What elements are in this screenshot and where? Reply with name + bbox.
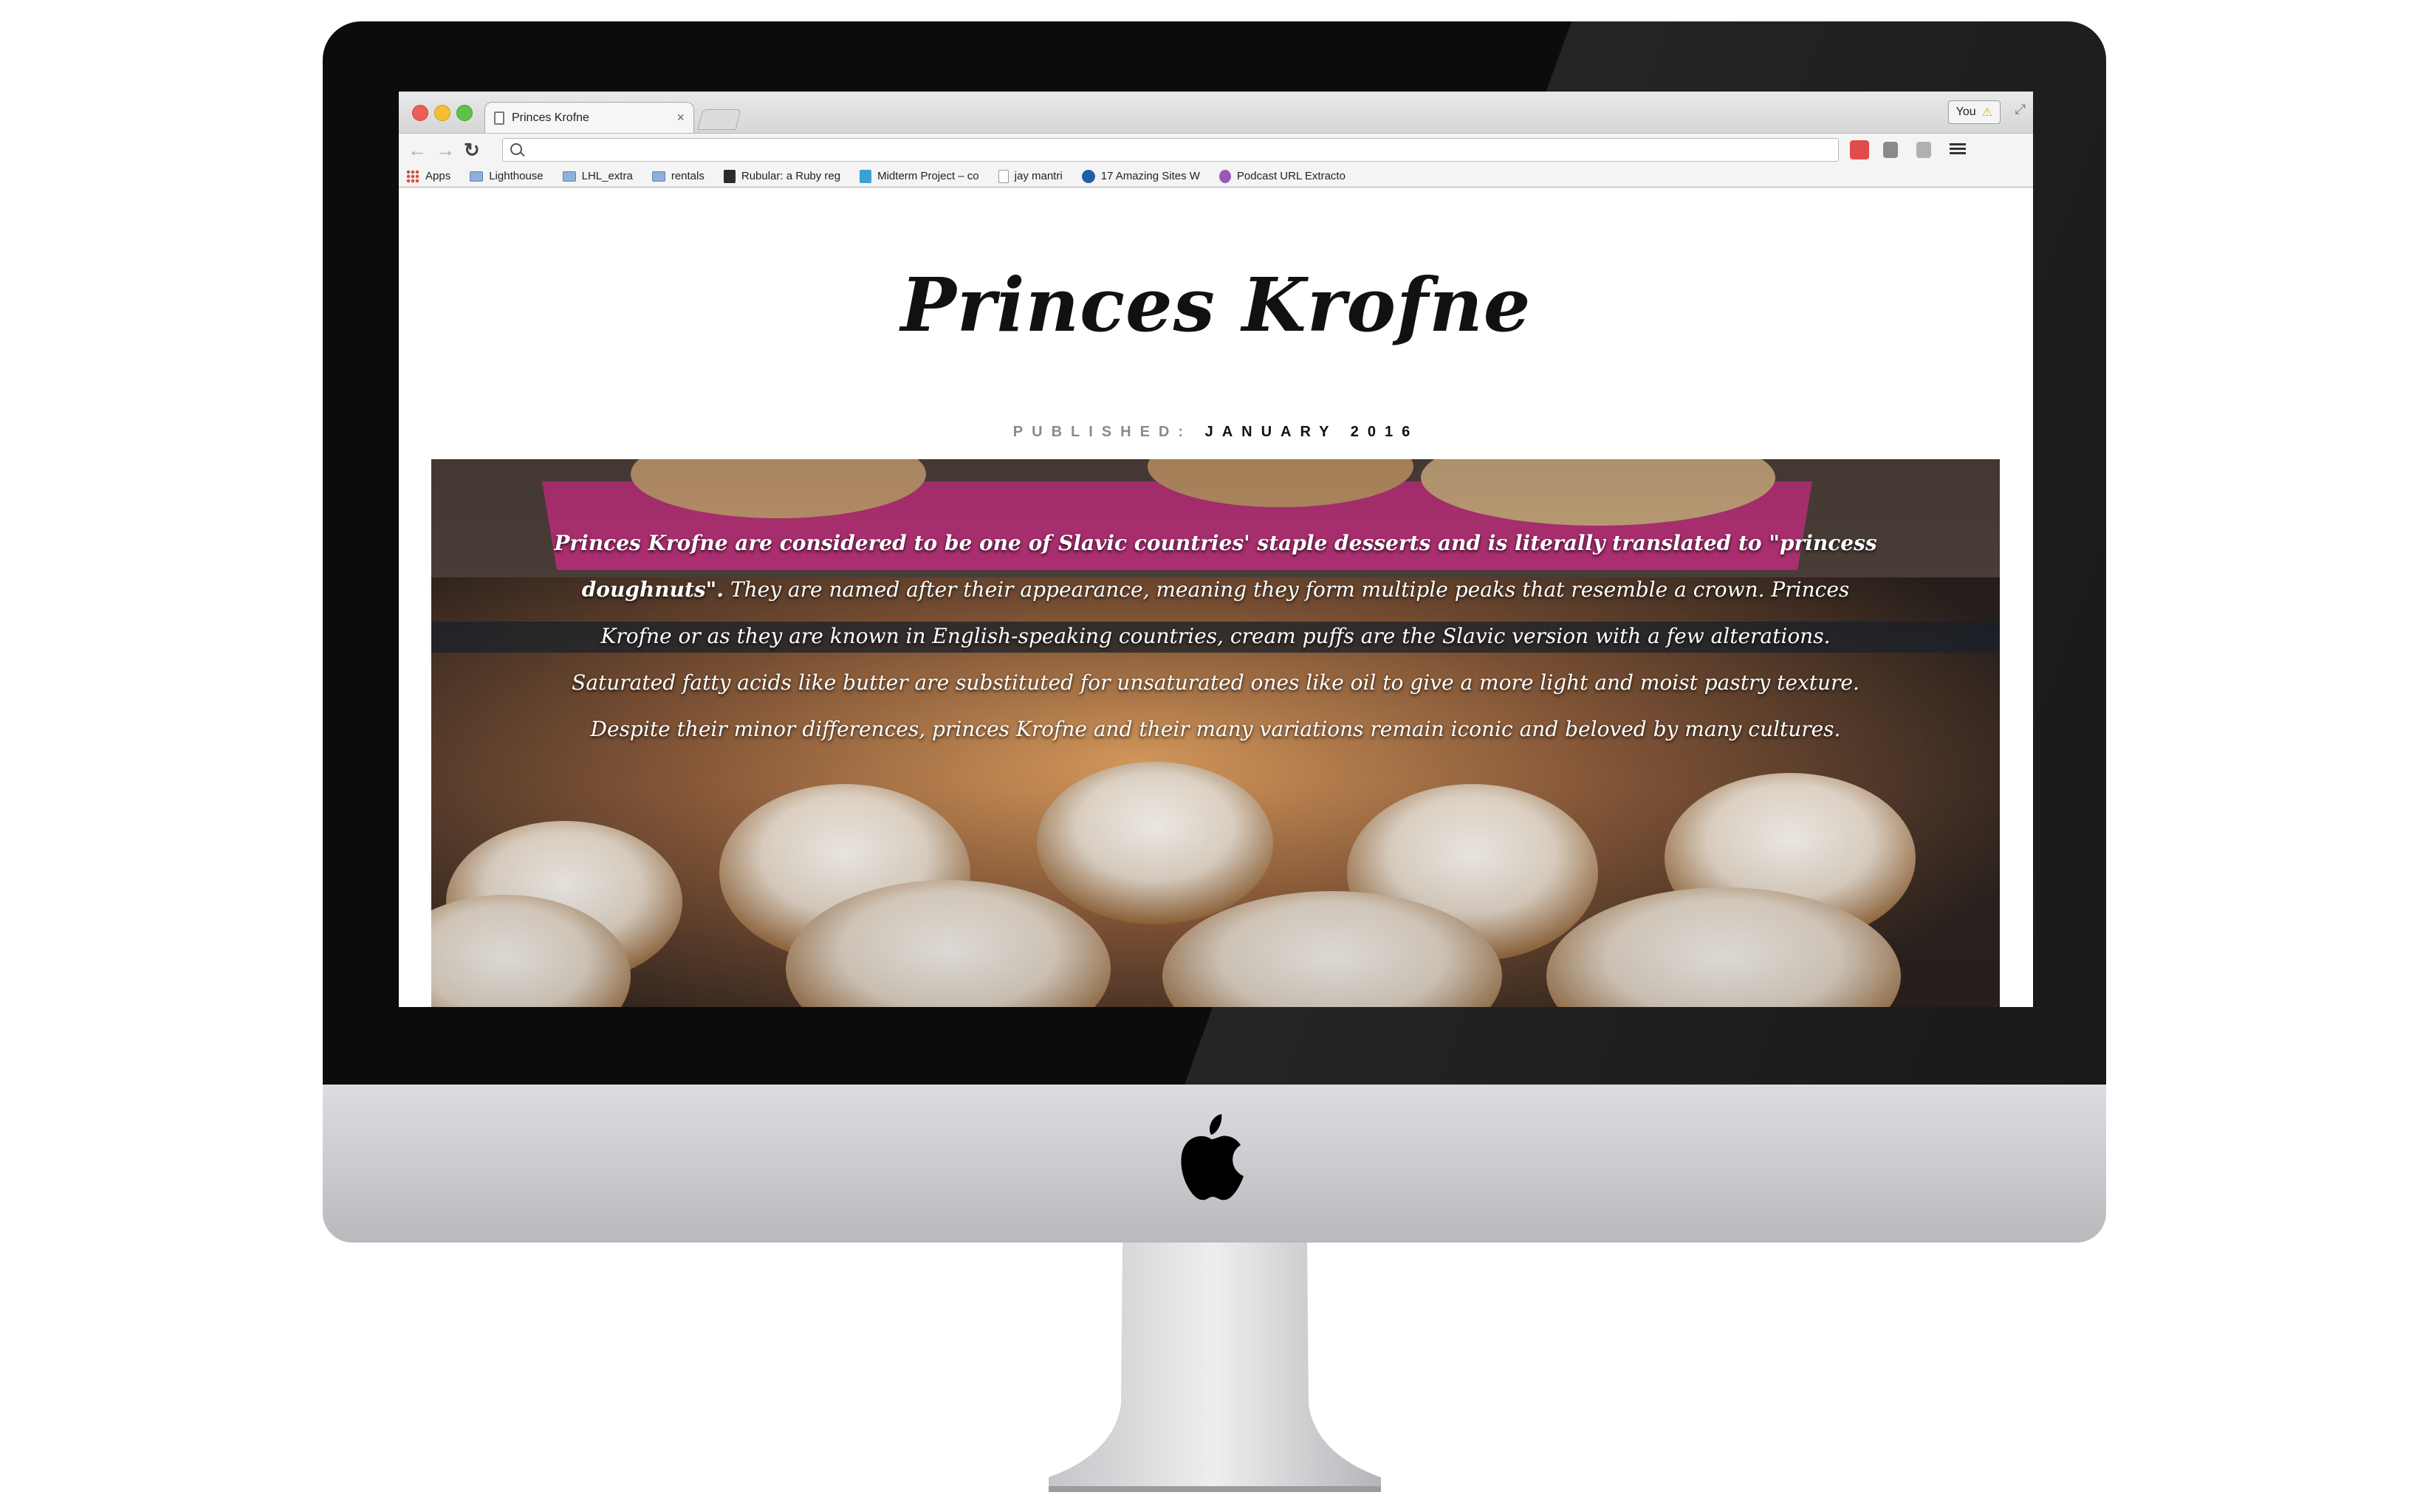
- folder-icon: [651, 171, 665, 182]
- bookmark-podcast-url[interactable]: Podcast URL Extracto: [1218, 169, 1346, 183]
- folder-icon: [562, 171, 576, 182]
- imac-stand: [1049, 1243, 1381, 1492]
- tab-princes-krofne[interactable]: Princes Krofne ×: [484, 102, 694, 133]
- apple-logo-icon: [1181, 1114, 1244, 1200]
- bookmark-label: Podcast URL Extracto: [1236, 170, 1346, 182]
- browser-menu-icon[interactable]: [1950, 141, 1966, 157]
- apps-grid-icon: [406, 169, 419, 183]
- bookmark-17-amazing-sites[interactable]: 17 Amazing Sites W: [1081, 169, 1200, 183]
- bookmark-label: Rubular: a Ruby reg: [741, 170, 841, 182]
- page-title: Princes Krofne: [900, 261, 1532, 348]
- hero-body: They are named after their appearance, m…: [572, 577, 1859, 741]
- folder-icon: [470, 171, 484, 182]
- rubular-icon: [723, 169, 736, 183]
- fullscreen-icon[interactable]: ⤢: [2015, 102, 2026, 117]
- bookmark-lhl-extra[interactable]: LHL_extra: [562, 170, 633, 182]
- back-button[interactable]: ←: [408, 139, 427, 161]
- page-content: Princes Krofne PUBLISHED: JANUARY 2016 P…: [399, 188, 2033, 1007]
- browser-toolbar: ← → ↻: [399, 133, 2033, 166]
- page-icon: [494, 111, 504, 125]
- address-bar[interactable]: [502, 138, 1839, 162]
- reload-button[interactable]: ↻: [464, 139, 480, 161]
- doc-icon: [860, 169, 872, 183]
- tab-strip: Princes Krofne × You ⚠ ⤢: [399, 92, 2033, 133]
- extension-red-icon[interactable]: [1850, 140, 1869, 159]
- new-tab-button[interactable]: [697, 109, 741, 130]
- published-line: PUBLISHED: JANUARY 2016: [399, 424, 2033, 441]
- bookmark-label: rentals: [671, 170, 705, 182]
- forward-button[interactable]: →: [436, 139, 455, 161]
- podcast-icon: [1218, 169, 1231, 183]
- bookmark-label: Lighthouse: [489, 170, 544, 182]
- close-window-button[interactable]: [412, 105, 428, 121]
- profile-label: You: [1955, 106, 1976, 118]
- bookmark-apps[interactable]: Apps: [406, 169, 451, 183]
- tab-close-icon[interactable]: ×: [676, 110, 685, 126]
- extension-cast-icon[interactable]: [1916, 142, 1931, 158]
- bookmark-label: Apps: [425, 170, 451, 182]
- bookmarks-bar: Apps Lighthouse LHL_extra rentals Rubula…: [399, 165, 2033, 188]
- bookmark-jay-mantri[interactable]: jay mantri: [998, 169, 1063, 183]
- extension-gray-icon[interactable]: [1883, 142, 1898, 158]
- minimize-window-button[interactable]: [434, 105, 450, 121]
- warning-icon: ⚠: [1981, 106, 1992, 119]
- hero-description: Princes Krofne are considered to be one …: [549, 520, 1882, 752]
- site-icon: [1081, 169, 1095, 183]
- bookmark-label: Midterm Project – co: [877, 170, 979, 182]
- profile-button[interactable]: You ⚠: [1947, 100, 2001, 124]
- search-icon: [510, 143, 522, 155]
- bookmark-rubular[interactable]: Rubular: a Ruby reg: [723, 169, 841, 183]
- hero-image: Princes Krofne are considered to be one …: [431, 459, 2000, 1007]
- browser-window: Princes Krofne × You ⚠ ⤢ ← → ↻ Apps Ligh…: [399, 92, 2033, 1007]
- published-label: PUBLISHED:: [1012, 424, 1193, 440]
- bookmark-label: LHL_extra: [581, 170, 633, 182]
- maximize-window-button[interactable]: [456, 105, 473, 121]
- page-icon: [998, 169, 1009, 183]
- bookmark-midterm[interactable]: Midterm Project – co: [860, 169, 979, 183]
- tab-title: Princes Krofne: [512, 111, 589, 124]
- bookmark-rentals[interactable]: rentals: [651, 170, 705, 182]
- bookmark-lighthouse[interactable]: Lighthouse: [470, 170, 544, 182]
- bookmark-label: jay mantri: [1014, 170, 1063, 182]
- bookmark-label: 17 Amazing Sites W: [1100, 170, 1200, 182]
- published-date: JANUARY 2016: [1204, 424, 1419, 440]
